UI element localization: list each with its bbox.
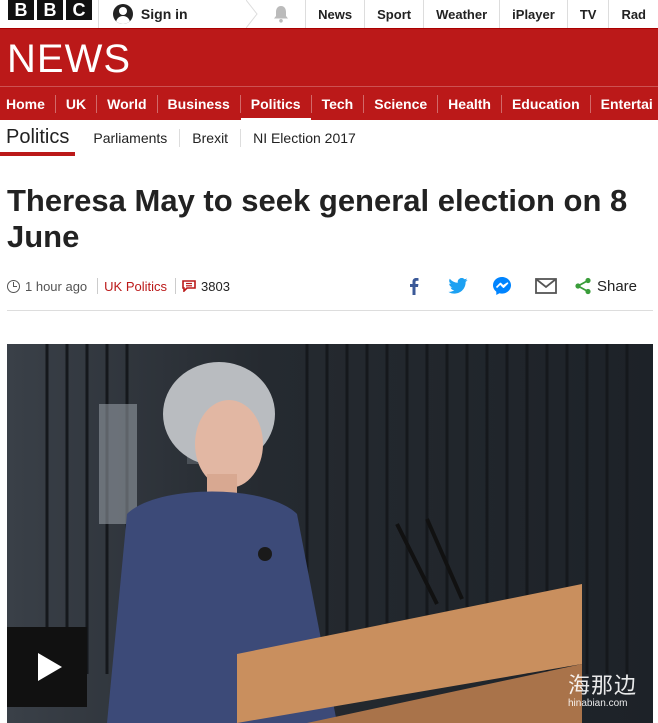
- bbc-logo-letter: C: [66, 0, 92, 20]
- sub-nav-parliaments[interactable]: Parliaments: [81, 129, 179, 147]
- email-icon: [535, 278, 557, 294]
- watermark-url: hinabian.com: [567, 698, 628, 709]
- share-label: Share: [596, 277, 637, 295]
- bbc-logo[interactable]: B B C: [0, 0, 98, 28]
- sub-nav: Politics Parliaments Brexit NI Election …: [0, 120, 658, 156]
- news-logo[interactable]: NEWS: [7, 37, 131, 82]
- global-nav-news[interactable]: News: [305, 0, 364, 28]
- share-tools: Share: [392, 275, 637, 297]
- clock-icon: [7, 279, 20, 293]
- watermark-text: 海那边: [567, 674, 637, 699]
- global-nav-radio[interactable]: Rad: [608, 0, 658, 28]
- play-icon: [38, 653, 62, 681]
- sub-nav-current-politics[interactable]: Politics: [0, 120, 76, 156]
- twitter-icon: [448, 278, 468, 294]
- hero-image: [7, 344, 653, 723]
- section-nav-world[interactable]: World: [97, 94, 158, 113]
- facebook-icon: [409, 278, 419, 295]
- section-nav-home[interactable]: Home: [0, 94, 56, 113]
- user-icon: [112, 4, 133, 24]
- comment-icon: [182, 280, 196, 292]
- global-nav-sport[interactable]: Sport: [364, 0, 423, 28]
- notifications-button[interactable]: [257, 0, 305, 28]
- section-nav-entertainment[interactable]: Entertai: [591, 95, 658, 113]
- global-nav-tv[interactable]: TV: [566, 0, 609, 28]
- play-button[interactable]: [7, 627, 87, 707]
- article-timestamp: 1 hour ago: [25, 278, 88, 294]
- section-nav-education[interactable]: Education: [502, 94, 591, 113]
- section-nav-politics[interactable]: Politics: [240, 94, 312, 120]
- messenger-icon: [492, 277, 511, 295]
- share-facebook-button[interactable]: [392, 275, 436, 297]
- comments-link[interactable]: 3803: [182, 279, 230, 294]
- sign-in-label: Sign in: [140, 6, 188, 22]
- section-nav-science[interactable]: Science: [364, 94, 439, 113]
- divider: [175, 278, 177, 294]
- section-nav-health[interactable]: Health: [438, 94, 502, 113]
- watermark: 海那边 hinabian.com: [568, 668, 637, 709]
- section-nav-business[interactable]: Business: [158, 94, 241, 113]
- article-headline: Theresa May to seek general election on …: [7, 183, 628, 254]
- comment-count: 3803: [201, 278, 230, 294]
- bbc-logo-letter: B: [8, 0, 34, 20]
- sub-nav-ni-election[interactable]: NI Election 2017: [240, 129, 368, 147]
- video-player[interactable]: 海那边 hinabian.com: [7, 344, 653, 723]
- bbc-logo-letter: B: [37, 0, 63, 20]
- share-button[interactable]: Share: [574, 277, 637, 295]
- chevron-separator-icon: [245, 0, 258, 28]
- sign-in-button[interactable]: Sign in: [99, 0, 258, 28]
- article-meta: 1 hour ago UK Politics 3803 Share: [7, 275, 653, 297]
- section-nav-tech[interactable]: Tech: [312, 94, 365, 113]
- share-icon: [575, 277, 591, 295]
- share-twitter-button[interactable]: [436, 275, 480, 297]
- global-nav-iplayer[interactable]: iPlayer: [499, 0, 567, 28]
- divider: [97, 278, 99, 294]
- article-section-tag[interactable]: UK Politics: [104, 279, 167, 294]
- bell-icon: [274, 6, 289, 23]
- share-email-button[interactable]: [524, 275, 568, 297]
- news-banner: NEWS: [0, 28, 658, 86]
- global-nav-weather[interactable]: Weather: [423, 0, 499, 28]
- divider: [7, 310, 653, 311]
- global-top-bar: B B C Sign in News Sport Weather iPlayer…: [0, 0, 658, 28]
- section-nav: Home UK World Business Politics Tech Sci…: [0, 86, 658, 120]
- global-nav: News Sport Weather iPlayer TV Rad: [305, 0, 658, 28]
- sub-nav-brexit[interactable]: Brexit: [179, 129, 240, 147]
- section-nav-uk[interactable]: UK: [56, 94, 98, 113]
- share-messenger-button[interactable]: [480, 275, 524, 297]
